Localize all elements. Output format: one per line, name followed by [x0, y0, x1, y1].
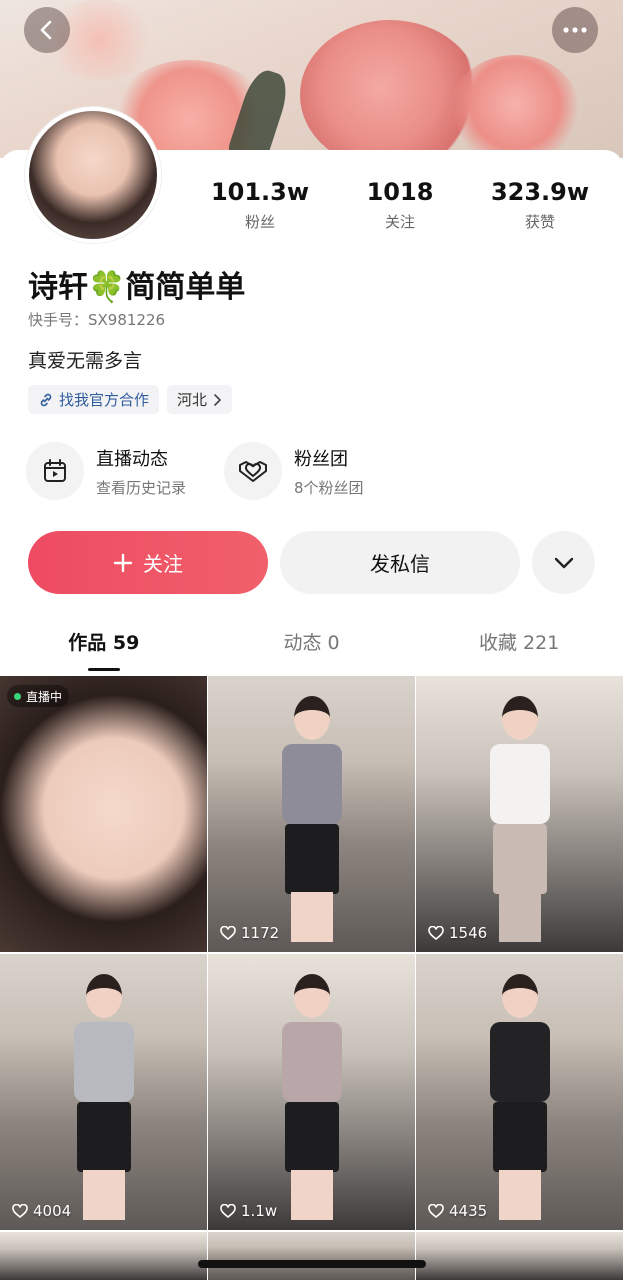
banner-rose: [450, 55, 580, 158]
live-badge: 直播中: [7, 685, 70, 707]
back-button[interactable]: [24, 7, 70, 53]
live-label: 直播中: [26, 689, 63, 704]
stat-following[interactable]: 1018 关注: [330, 178, 470, 232]
stat-value: 101.3w: [210, 178, 310, 206]
stat-label: 获赞: [524, 213, 555, 231]
message-button[interactable]: 发私信: [280, 531, 520, 594]
calendar-play-icon: [26, 442, 84, 500]
tab-label: 收藏 221: [479, 632, 560, 654]
tag-label: 河北: [177, 391, 208, 409]
more-button[interactable]: [552, 7, 598, 53]
more-dots-icon: [563, 27, 587, 33]
figure: [277, 974, 347, 1220]
entry-title: 直播动态: [96, 448, 168, 470]
expand-button[interactable]: [532, 531, 595, 594]
work-thumbnail[interactable]: 4435: [416, 954, 623, 1230]
stat-value: 323.9w: [490, 178, 590, 206]
work-thumbnail[interactable]: 直播中: [0, 676, 207, 952]
banner-rose: [300, 20, 480, 158]
work-thumbnail[interactable]: 1546: [416, 676, 623, 952]
entry-title: 粉丝团: [294, 448, 349, 470]
stat-followers[interactable]: 101.3w 粉丝: [190, 178, 330, 232]
message-label: 发私信: [370, 552, 430, 576]
heart-icon: [12, 1204, 28, 1218]
stat-value: 1018: [366, 178, 434, 206]
tab-label: 动态 0: [283, 632, 340, 654]
works-grid: 直播中 1172 1546 4004 1.1w 4435: [0, 676, 623, 1280]
chevron-left-icon: [40, 20, 52, 40]
likes-value: 1172: [241, 924, 280, 942]
stat-label: 粉丝: [244, 213, 275, 231]
home-indicator: [198, 1260, 426, 1268]
profile-bio: 真爱无需多言: [28, 350, 143, 372]
entry-row: 直播动态 查看历史记录 粉丝团 8个粉丝团: [26, 442, 364, 500]
follow-button[interactable]: 关注: [28, 531, 268, 594]
likes-count: 4004: [12, 1202, 71, 1220]
chevron-down-icon: [554, 557, 573, 568]
work-thumbnail[interactable]: [0, 1232, 207, 1280]
tab-indicator: [87, 668, 120, 671]
work-thumbnail[interactable]: 1.1w: [208, 954, 415, 1230]
work-thumbnail[interactable]: 1172: [208, 676, 415, 952]
stat-likes[interactable]: 323.9w 获赞: [470, 178, 610, 232]
figure: [69, 974, 139, 1220]
likes-value: 4004: [33, 1202, 72, 1220]
link-icon: [40, 393, 52, 406]
likes-count: 1546: [428, 924, 487, 942]
entry-subtitle: 查看历史记录: [96, 478, 187, 497]
stat-label: 关注: [384, 213, 415, 231]
tag-row: 找我官方合作 河北: [28, 385, 233, 414]
content-tabs: 作品 59 动态 0 收藏 221: [0, 628, 623, 671]
figure: [485, 974, 555, 1220]
stats-row: 101.3w 粉丝 1018 关注 323.9w 获赞: [190, 178, 610, 232]
heart-icon: [428, 1204, 444, 1218]
tab-label: 作品 59: [68, 632, 140, 654]
figure: [277, 696, 347, 942]
heart-icon: [220, 926, 236, 940]
tab-favorites[interactable]: 收藏 221: [415, 628, 623, 668]
fan-club-entry[interactable]: 粉丝团 8个粉丝团: [224, 442, 364, 500]
tag-cooperation[interactable]: 找我官方合作: [28, 385, 160, 414]
likes-value: 1.1w: [241, 1202, 278, 1220]
heart-icon: [220, 1204, 236, 1218]
tag-label: 找我官方合作: [59, 391, 150, 409]
chevron-right-icon: [214, 393, 221, 406]
plus-icon: [113, 553, 133, 572]
heart-badge-icon: [224, 442, 283, 500]
live-dot-icon: [14, 692, 21, 700]
likes-count: 1172: [220, 924, 279, 942]
tag-location[interactable]: 河北: [167, 385, 233, 414]
work-thumbnail[interactable]: 4004: [0, 954, 207, 1230]
live-history-entry[interactable]: 直播动态 查看历史记录: [26, 442, 186, 500]
tab-moments[interactable]: 动态 0: [208, 628, 416, 668]
likes-value: 1546: [449, 924, 488, 942]
kuaishou-id[interactable]: 快手号：SX981226: [28, 309, 165, 330]
heart-icon: [428, 926, 444, 940]
avatar[interactable]: [25, 107, 161, 243]
action-row: 关注 发私信: [28, 531, 595, 594]
figure: [485, 696, 555, 942]
likes-value: 4435: [449, 1202, 488, 1220]
likes-count: 4435: [428, 1202, 487, 1220]
likes-count: 1.1w: [220, 1202, 277, 1220]
work-thumbnail[interactable]: [208, 1232, 415, 1280]
tab-works[interactable]: 作品 59: [0, 628, 208, 671]
entry-subtitle: 8个粉丝团: [294, 478, 364, 497]
follow-label: 关注: [143, 552, 183, 576]
work-thumbnail[interactable]: [416, 1232, 623, 1280]
profile-name: 诗轩🍀简简单单: [28, 270, 246, 305]
